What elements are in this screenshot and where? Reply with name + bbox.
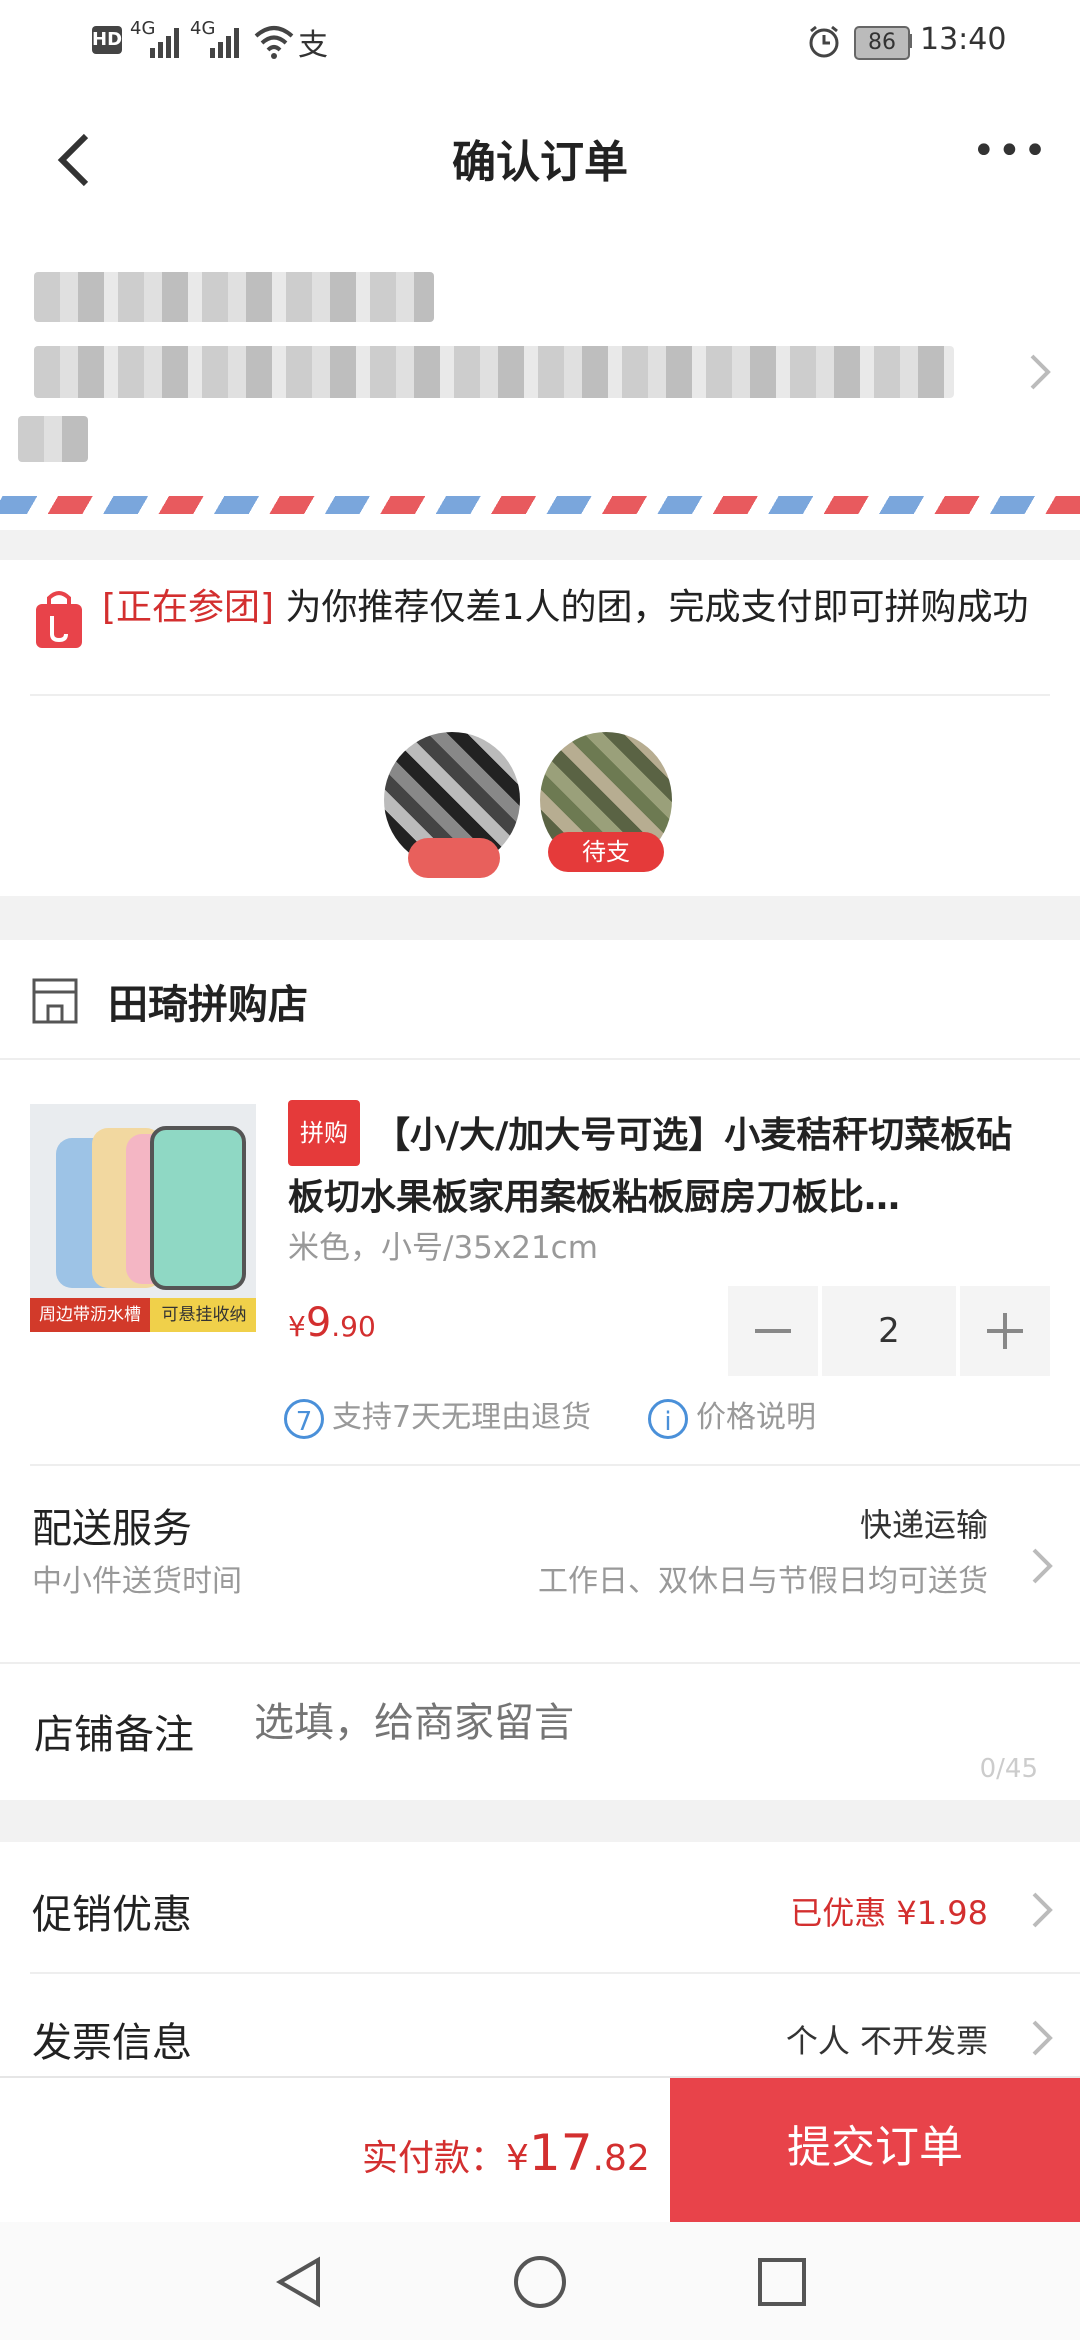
chevron-right-icon xyxy=(1032,1892,1053,1928)
product-price: ¥9.90 xyxy=(288,1300,376,1346)
shopping-bag-icon xyxy=(36,591,82,648)
decrease-button[interactable] xyxy=(728,1286,818,1376)
total-integer: 17 xyxy=(528,2124,593,2182)
alarm-icon xyxy=(809,25,839,58)
checkout-bar: 实付款：¥17.82 提交订单 xyxy=(0,2076,1080,2224)
product-title-text: 【小/大/加大号可选】小麦秸秆切菜板砧板切水果板家用案板粘板厨房刀板比… xyxy=(288,1115,1013,1218)
price-integer: 9 xyxy=(305,1300,332,1346)
address-section[interactable] xyxy=(0,234,1080,530)
quantity-value[interactable]: 2 xyxy=(822,1286,956,1376)
invoice-label: 发票信息 xyxy=(32,2020,192,2066)
more-options-icon[interactable]: ••• xyxy=(972,128,1049,174)
delivery-value: 快递运输 xyxy=(859,1506,988,1544)
back-triangle-icon[interactable] xyxy=(272,2254,328,2310)
group-buy-badge: 拼购 xyxy=(288,1100,360,1166)
pending-payment-badge: 待支 xyxy=(548,832,664,872)
group-tag: [正在参团] xyxy=(102,587,275,628)
chevron-right-icon xyxy=(1030,354,1051,390)
signal-icon xyxy=(150,28,179,58)
product-title[interactable]: 拼购 【小/大/加大号可选】小麦秸秆切菜板砧板切水果板家用案板粘板厨房刀板比… xyxy=(288,1100,1048,1229)
submit-order-button[interactable]: 提交订单 xyxy=(670,2078,1080,2224)
increase-button[interactable] xyxy=(960,1286,1050,1376)
remark-label: 店铺备注 xyxy=(34,1712,194,1758)
nav-bar: 确认订单 ••• xyxy=(0,84,1080,234)
delivery-sub-label: 中小件送货时间 xyxy=(32,1564,242,1599)
price-explanation-link[interactable]: i 价格说明 xyxy=(648,1392,816,1439)
chevron-right-icon xyxy=(1032,2020,1053,2056)
shop-card: 田琦拼购店 周边带沥水槽 可悬挂收纳 拼购 【小/大/加大号可选】小麦秸秆切菜板砧… xyxy=(0,940,1080,1800)
address-redacted xyxy=(34,346,954,398)
total-payment: 实付款：¥17.82 xyxy=(362,2124,650,2182)
alipay-icon: 支 xyxy=(298,28,328,63)
remark-input[interactable] xyxy=(252,1690,1036,1756)
total-decimal: .82 xyxy=(592,2138,650,2179)
signal-icon xyxy=(210,28,239,58)
home-circle-icon[interactable] xyxy=(512,2254,568,2310)
hd-icon: HD xyxy=(92,26,122,54)
quantity-stepper: 2 xyxy=(728,1286,1050,1376)
price-explanation-text: 价格说明 xyxy=(696,1400,816,1435)
delivery-row[interactable]: 配送服务 快递运输 中小件送货时间 工作日、双休日与节假日均可送货 xyxy=(0,1466,1080,1599)
promotion-value: 已优惠 ¥1.98 xyxy=(790,1894,988,1932)
promotion-row[interactable]: 促销优惠 已优惠 ¥1.98 xyxy=(0,1842,1080,1974)
product-spec[interactable]: 米色，小号/35x21cm xyxy=(288,1222,598,1267)
store-icon xyxy=(32,978,78,1024)
divider xyxy=(0,1662,1080,1664)
total-label: 实付款：¥ xyxy=(362,2138,529,2179)
address-redacted-2 xyxy=(18,416,88,462)
return-policy[interactable]: 7 支持7天无理由退货 xyxy=(284,1392,591,1439)
product-image[interactable]: 周边带沥水槽 可悬挂收纳 xyxy=(30,1104,256,1332)
promotion-label: 促销优惠 xyxy=(32,1892,192,1938)
chevron-right-icon xyxy=(1032,1548,1053,1584)
price-symbol: ¥ xyxy=(288,1310,306,1343)
invoice-row[interactable]: 发票信息 个人 不开发票 xyxy=(0,1974,1080,2076)
image-caption-left: 周边带沥水槽 xyxy=(30,1298,150,1332)
group-message-text: 为你推荐仅差1人的团，完成支付即可拼购成功 xyxy=(285,587,1029,628)
airmail-border xyxy=(0,496,1080,514)
delivery-label: 配送服务 xyxy=(32,1506,192,1552)
recipient-redacted xyxy=(34,272,434,322)
divider xyxy=(30,694,1050,696)
system-nav-bar xyxy=(0,2222,1080,2340)
recents-square-icon[interactable] xyxy=(756,2256,808,2308)
remark-counter: 0/45 xyxy=(979,1754,1038,1784)
avatar-badge xyxy=(408,838,500,878)
info-icon: i xyxy=(648,1398,688,1439)
wifi-icon xyxy=(254,26,294,59)
shop-name[interactable]: 田琦拼购店 xyxy=(108,972,308,1030)
group-message: [正在参团] 为你推荐仅差1人的团，完成支付即可拼购成功 xyxy=(102,582,1057,634)
invoice-value: 个人 不开发票 xyxy=(785,2022,988,2060)
delivery-sub-value: 工作日、双休日与节假日均可送货 xyxy=(538,1564,988,1599)
return-policy-text: 支持7天无理由退货 xyxy=(332,1400,592,1435)
group-buy-card: [正在参团] 为你推荐仅差1人的团，完成支付即可拼购成功 待支 xyxy=(0,560,1080,896)
image-caption-right: 可悬挂收纳 xyxy=(161,1305,247,1325)
divider xyxy=(0,1058,1080,1060)
page-title: 确认订单 xyxy=(452,137,628,188)
price-decimal: .90 xyxy=(331,1310,376,1343)
clock-time: 13:40 xyxy=(920,22,1007,57)
battery-icon: 86 xyxy=(854,26,910,60)
seven-day-icon: 7 xyxy=(284,1398,324,1439)
status-bar: HD 4G 4G 支 86 13:40 xyxy=(0,0,1080,84)
battery-tip xyxy=(908,34,912,48)
